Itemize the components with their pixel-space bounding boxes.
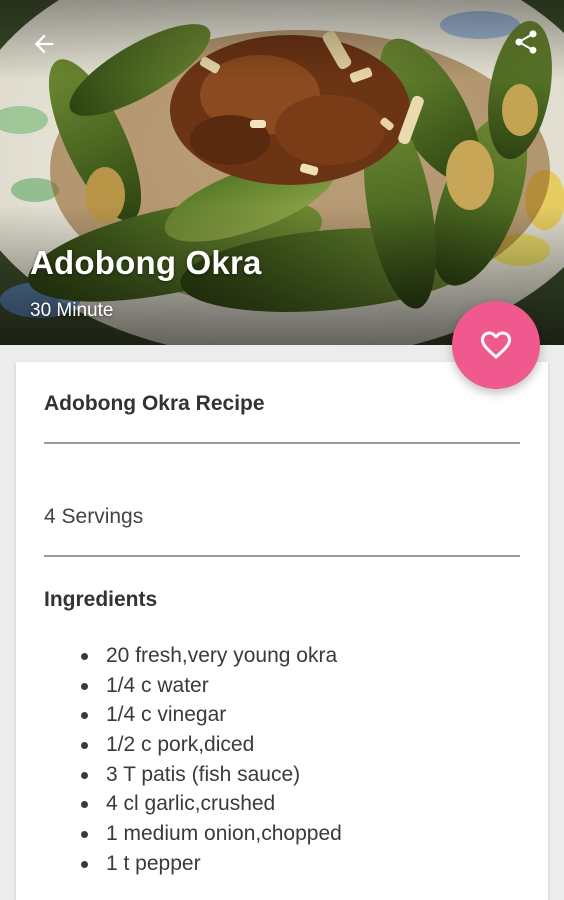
heart-outline-icon <box>481 331 511 360</box>
ingredient-item: 1/4 c vinegar <box>44 700 342 730</box>
recipe-hero-image <box>0 0 564 345</box>
ingredient-item: 1 medium onion,chopped <box>44 819 342 849</box>
ingredient-item: 4 cl garlic,crushed <box>44 789 342 819</box>
ingredient-item: 1 t pepper <box>44 849 342 879</box>
ingredient-item: 1/2 c pork,diced <box>44 730 342 760</box>
divider <box>44 442 520 444</box>
ingredients-heading: Ingredients <box>44 588 158 611</box>
ingredient-text: 1/4 c water <box>106 673 209 697</box>
bullet-icon <box>81 742 88 750</box>
back-button[interactable] <box>24 24 64 64</box>
share-button[interactable] <box>506 22 546 62</box>
ingredient-text: 20 fresh,very young okra <box>106 644 338 667</box>
recipe-title: Adobong Okra <box>30 244 262 281</box>
arrow-left-icon <box>34 34 54 54</box>
favorite-button[interactable] <box>452 301 540 389</box>
ingredient-text: 4 cl garlic,crushed <box>106 792 276 816</box>
ingredient-item: 1/4 c water <box>44 671 342 701</box>
ingredient-item: 20 fresh,very young okra <box>44 641 342 671</box>
ingredient-item: 3 T patis (fish sauce) <box>44 760 342 790</box>
bullet-icon <box>81 831 88 839</box>
divider <box>44 555 520 557</box>
bullet-icon <box>81 682 88 690</box>
recipe-card-title: Adobong Okra Recipe <box>44 392 265 415</box>
top-gradient <box>0 0 564 80</box>
ingredient-text: 1/4 c vinegar <box>106 703 227 727</box>
ingredients-list: 20 fresh,very young okra 1/4 c water 1/4… <box>44 641 342 879</box>
ingredient-text: 3 T patis (fish sauce) <box>106 762 301 786</box>
bullet-icon <box>81 860 88 868</box>
ingredient-text: 1 t pepper <box>106 851 201 875</box>
servings-text: 4 Servings <box>44 505 144 528</box>
ingredient-text: 1 medium onion,chopped <box>106 822 342 846</box>
ingredient-text: 1/2 c pork,diced <box>106 733 255 757</box>
share-icon <box>515 30 537 54</box>
recipe-card: Adobong Okra Recipe 4 Servings Ingredien… <box>16 362 548 900</box>
bullet-icon <box>81 771 88 779</box>
bullet-icon <box>81 712 88 720</box>
bullet-icon <box>81 801 88 809</box>
bullet-icon <box>81 653 88 660</box>
recipe-detail-screen: Adobong Okra 30 Minute Adobong Okra Reci… <box>0 0 564 900</box>
cook-time: 30 Minute <box>30 300 114 321</box>
